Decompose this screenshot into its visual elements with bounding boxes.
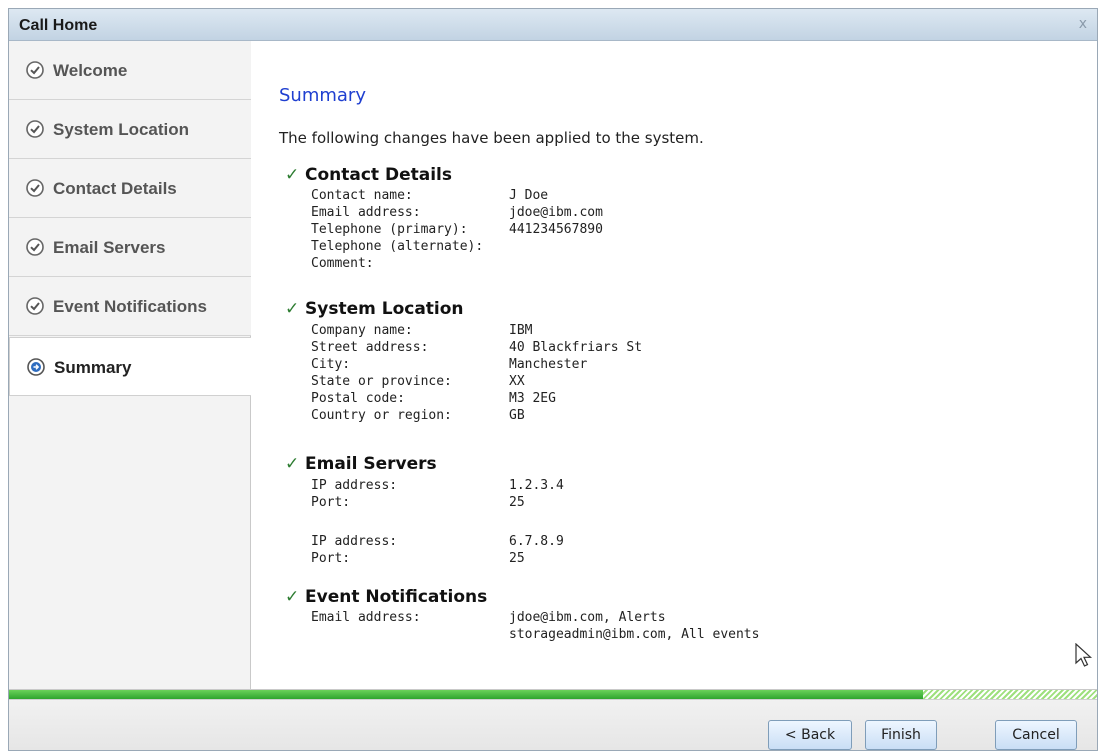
progress-bar-fill [9,690,923,699]
row-label: Postal code: [311,391,405,406]
detail-row: Email address: jdoe@ibm.com [311,204,603,221]
row-label: Telephone (alternate): [311,239,484,254]
row-label: Port: [311,495,351,510]
sidebar-item-label: System Location [53,120,190,139]
check-circle-icon [26,120,44,138]
row-value: 6.7.8.9 [509,534,564,549]
row-value: 441234567890 [509,222,603,237]
row-label: Country or region: [311,408,452,423]
check-circle-icon [26,238,44,256]
row-label: Email address: [311,610,421,625]
check-icon: ✓ [285,587,300,607]
detail-row: State or province: XX [311,373,525,390]
finish-button[interactable]: Finish [865,720,937,750]
row-value: 1.2.3.4 [509,478,564,493]
row-label: Company name: [311,323,413,338]
row-value: 25 [509,495,525,510]
sidebar-item-contact-details[interactable]: Contact Details [9,159,251,218]
detail-row: City: Manchester [311,356,587,373]
close-icon[interactable]: x [1079,16,1087,32]
sidebar-item-summary[interactable]: Summary [9,337,252,396]
sidebar-item-label: Summary [54,358,132,377]
sidebar-item-label: Welcome [53,61,128,80]
row-value: XX [509,374,525,389]
section-title: Event Notifications [305,587,488,607]
row-value: J Doe [509,188,549,203]
row-label: IP address: [311,478,398,493]
section-title: System Location [305,299,464,319]
check-icon: ✓ [285,454,300,474]
intro-text: The following changes have been applied … [279,129,704,147]
row-value: IBM [509,323,533,338]
check-circle-icon [26,61,44,79]
section-heading-contact: ✓ Contact Details [285,165,452,185]
sidebar-item-event-notifications[interactable]: Event Notifications [9,277,251,336]
detail-row: Company name: IBM [311,322,532,339]
detail-row: IP address: 6.7.8.9 [311,533,564,550]
wizard-sidebar: Welcome System Location Contact Details … [9,41,252,689]
row-value: 40 Blackfriars St [509,340,643,355]
sidebar-item-welcome[interactable]: Welcome [9,41,251,100]
row-label: City: [311,357,351,372]
row-value: jdoe@ibm.com [509,205,603,220]
row-label: Port: [311,551,351,566]
detail-row: Street address: 40 Blackfriars St [311,339,642,356]
check-icon: ✓ [285,299,300,319]
sidebar-item-label: Event Notifications [53,297,207,316]
row-label: IP address: [311,534,398,549]
detail-row: Port: 25 [311,494,525,511]
row-value: 25 [509,551,525,566]
check-circle-icon [26,179,44,197]
row-label: Email address: [311,205,421,220]
row-value: GB [509,408,525,423]
call-home-dialog: Call Home x Welcome System Location Cont… [8,8,1098,751]
row-label: Street address: [311,340,429,355]
page-title: Summary [279,85,366,106]
section-title: Email Servers [305,454,437,474]
detail-row: IP address: 1.2.3.4 [311,477,564,494]
detail-row: Postal code: M3 2EG [311,390,556,407]
wizard-footer: < Back Finish Cancel [9,689,1097,750]
summary-panel: Summary The following changes have been … [251,41,1097,689]
cancel-button[interactable]: Cancel [995,720,1077,750]
sidebar-item-email-servers[interactable]: Email Servers [9,218,251,277]
row-label: Comment: [311,256,374,271]
row-value: Manchester [509,357,588,372]
section-heading-location: ✓ System Location [285,299,464,319]
row-label: Contact name: [311,188,413,203]
arrow-circle-icon [27,358,45,376]
row-label: State or province: [311,374,452,389]
mouse-pointer-icon [1075,643,1093,667]
row-label: Telephone (primary): [311,222,468,237]
detail-row: Port: 25 [311,550,525,567]
dialog-title: Call Home [19,17,98,34]
detail-row: Comment: [311,255,374,272]
detail-row: Telephone (primary): 441234567890 [311,221,603,238]
title-bar: Call Home x [9,9,1097,41]
progress-bar [9,690,1097,700]
sidebar-item-label: Email Servers [53,238,166,257]
detail-row: Telephone (alternate): [311,238,483,255]
section-heading-email-servers: ✓ Email Servers [285,454,437,474]
check-icon: ✓ [285,165,300,185]
row-value: storageadmin@ibm.com, All events [509,627,760,642]
detail-row: Country or region: GB [311,407,525,424]
detail-row: Email address: jdoe@ibm.com, Alerts [311,609,666,626]
sidebar-item-system-location[interactable]: System Location [9,100,251,159]
section-heading-event-notifications: ✓ Event Notifications [285,587,487,607]
back-button[interactable]: < Back [768,720,852,750]
detail-row: Contact name: J Doe [311,187,548,204]
sidebar-item-label: Contact Details [53,179,177,198]
check-circle-icon [26,297,44,315]
section-title: Contact Details [305,165,452,185]
row-value: M3 2EG [509,391,556,406]
row-value: jdoe@ibm.com, Alerts [509,610,666,625]
